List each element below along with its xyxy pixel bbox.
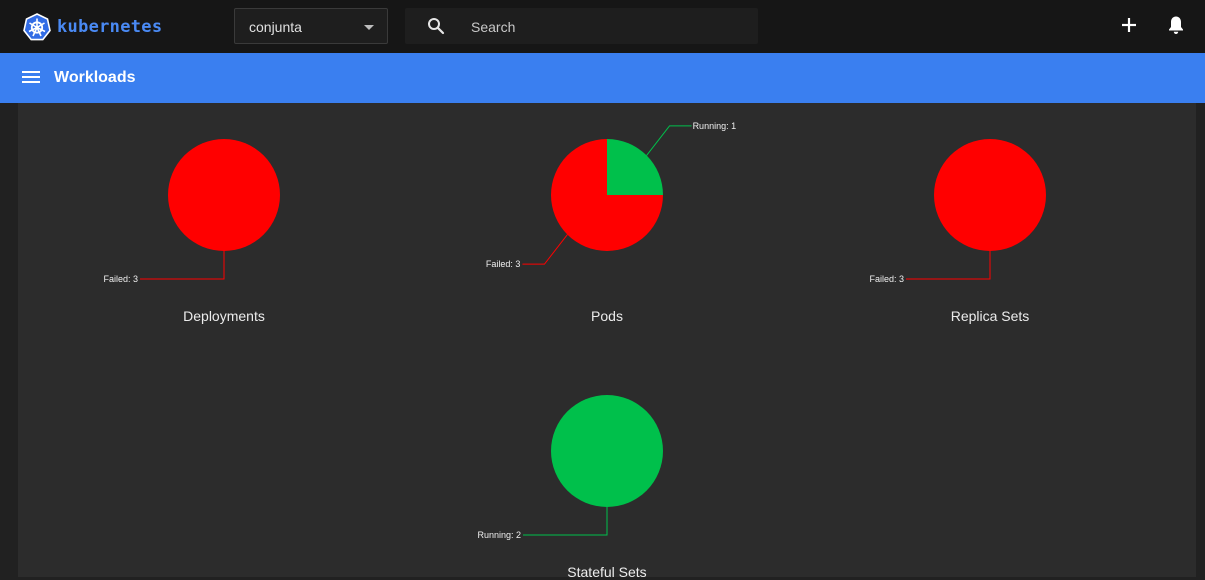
kubernetes-logo-icon [23,13,51,41]
pods-label-running: Running: 1 [693,121,737,131]
replica-sets-slice-failed[interactable] [934,139,1046,251]
search-icon [428,18,445,35]
logo-text: kubernetes [57,17,163,37]
toolbar: Workloads [0,53,1205,103]
replica-sets-label-failed: Failed: 3 [869,274,904,284]
pods-leader-line-failed [522,234,568,265]
replica-sets-chart-title[interactable]: Replica Sets [890,308,1090,324]
pods-slice-running[interactable] [607,139,663,195]
stateful-sets-slice-running[interactable] [551,395,663,507]
kubernetes-logo[interactable]: kubernetes [23,12,162,42]
pods-leader-line-running [646,125,692,156]
bell-icon[interactable] [1167,15,1185,35]
search-bar[interactable] [405,8,758,44]
search-input[interactable] [469,16,743,38]
top-app-bar: kubernetes conjunta [0,0,1205,53]
replica-sets-leader-line-failed [906,251,991,280]
pods-chart-title[interactable]: Pods [507,308,707,324]
workload-charts: Failed: 3 Running: 1 Failed: 3 Failed: 3 Run… [103,121,1046,540]
namespace-select[interactable]: conjunta [234,8,388,44]
plus-icon[interactable] [1120,16,1138,34]
page-title: Workloads [54,69,136,86]
deployments-leader-line-failed [140,251,225,280]
deployments-slice-failed[interactable] [168,139,280,251]
hamburger-menu-icon[interactable] [22,70,40,84]
stateful-sets-chart-title[interactable]: Stateful Sets [507,564,707,580]
pods-label-failed: Failed: 3 [486,259,521,269]
deployments-chart-title[interactable]: Deployments [124,308,324,324]
workloads-status-panel: Failed: 3 Running: 1 Failed: 3 Failed: 3 Run… [18,103,1196,580]
namespace-value: conjunta [249,19,302,35]
stateful-sets-leader-line-running [523,507,608,536]
deployments-label-failed: Failed: 3 [103,274,138,284]
chevron-down-icon [364,25,374,30]
stateful-sets-label-running: Running: 2 [477,530,521,540]
